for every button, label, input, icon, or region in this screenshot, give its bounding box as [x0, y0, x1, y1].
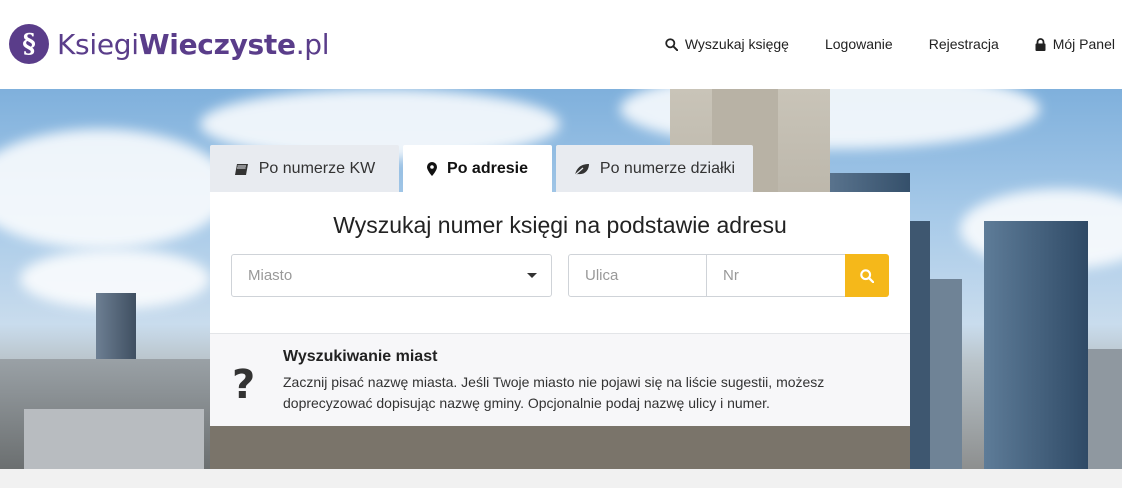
logo-part-2: Wieczyste: [138, 27, 296, 61]
site-header: § KsiegiWieczyste.pl Wyszukaj księgę Log…: [0, 0, 1122, 89]
tab-by-address-label: Po adresie: [447, 160, 528, 177]
street-placeholder: Ulica: [585, 267, 619, 284]
help-title: Wyszukiwanie miast: [283, 348, 438, 365]
page-bottom-strip: [0, 469, 1122, 488]
caret-down-icon: [527, 273, 537, 278]
nav-my-panel-label: Mój Panel: [1052, 36, 1115, 52]
tab-by-address[interactable]: Po adresie: [403, 145, 552, 193]
search-mode-tabs: Po numerze KW Po adresie Po numerze dzia…: [210, 145, 753, 193]
lock-icon: [1035, 37, 1046, 51]
tab-by-plot-number-label: Po numerze działki: [599, 160, 736, 177]
top-nav: Wyszukaj księgę Logowanie Rejestracja Mó…: [665, 36, 1115, 52]
nav-login[interactable]: Logowanie: [825, 36, 893, 52]
tab-by-plot-number[interactable]: Po numerze działki: [556, 145, 753, 193]
nav-my-panel[interactable]: Mój Panel: [1035, 36, 1115, 52]
nav-login-label: Logowanie: [824, 36, 893, 52]
city-placeholder: Miasto: [248, 267, 293, 284]
search-button[interactable]: [845, 254, 889, 297]
site-logo[interactable]: § KsiegiWieczyste.pl: [9, 24, 330, 64]
search-icon: [860, 268, 874, 283]
logo-part-1: Ksiegi: [57, 27, 139, 61]
help-text: Zacznij pisać nazwę miasta. Jeśli Twoje …: [283, 372, 883, 414]
city-search-help: ? Wyszukiwanie miast Zacznij pisać nazwę…: [210, 333, 910, 426]
book-icon: [234, 163, 248, 175]
nav-register[interactable]: Rejestracja: [929, 36, 999, 52]
nav-register-label: Rejestracja: [928, 36, 999, 52]
nav-search-book[interactable]: Wyszukaj księgę: [665, 36, 789, 52]
search-icon: [665, 37, 678, 51]
help-text-line-2: doprecyzować dopisując nazwę gminy. Opcj…: [283, 395, 770, 411]
nav-search-label: Wyszukaj księgę: [684, 36, 789, 52]
paragraph-logo-icon: §: [9, 24, 49, 64]
logo-wordmark: KsiegiWieczyste.pl: [57, 27, 330, 61]
leaf-icon: [574, 163, 589, 175]
house-number-input[interactable]: Nr: [706, 254, 846, 297]
help-text-line-1: Zacznij pisać nazwę miasta. Jeśli Twoje …: [283, 374, 825, 390]
logo-part-3: .pl: [295, 27, 330, 61]
tab-by-kw-number-label: Po numerze KW: [258, 160, 376, 177]
city-select[interactable]: Miasto: [231, 254, 552, 297]
question-mark-icon: ?: [232, 362, 256, 408]
tab-by-kw-number[interactable]: Po numerze KW: [210, 145, 399, 193]
panel-title: Wyszukaj numer księgi na podstawie adres…: [333, 212, 787, 238]
address-search-panel: Wyszukaj numer księgi na podstawie adres…: [210, 192, 910, 333]
street-input[interactable]: Ulica: [568, 254, 707, 297]
map-marker-icon: [427, 162, 438, 176]
house-number-placeholder: Nr: [723, 267, 739, 284]
